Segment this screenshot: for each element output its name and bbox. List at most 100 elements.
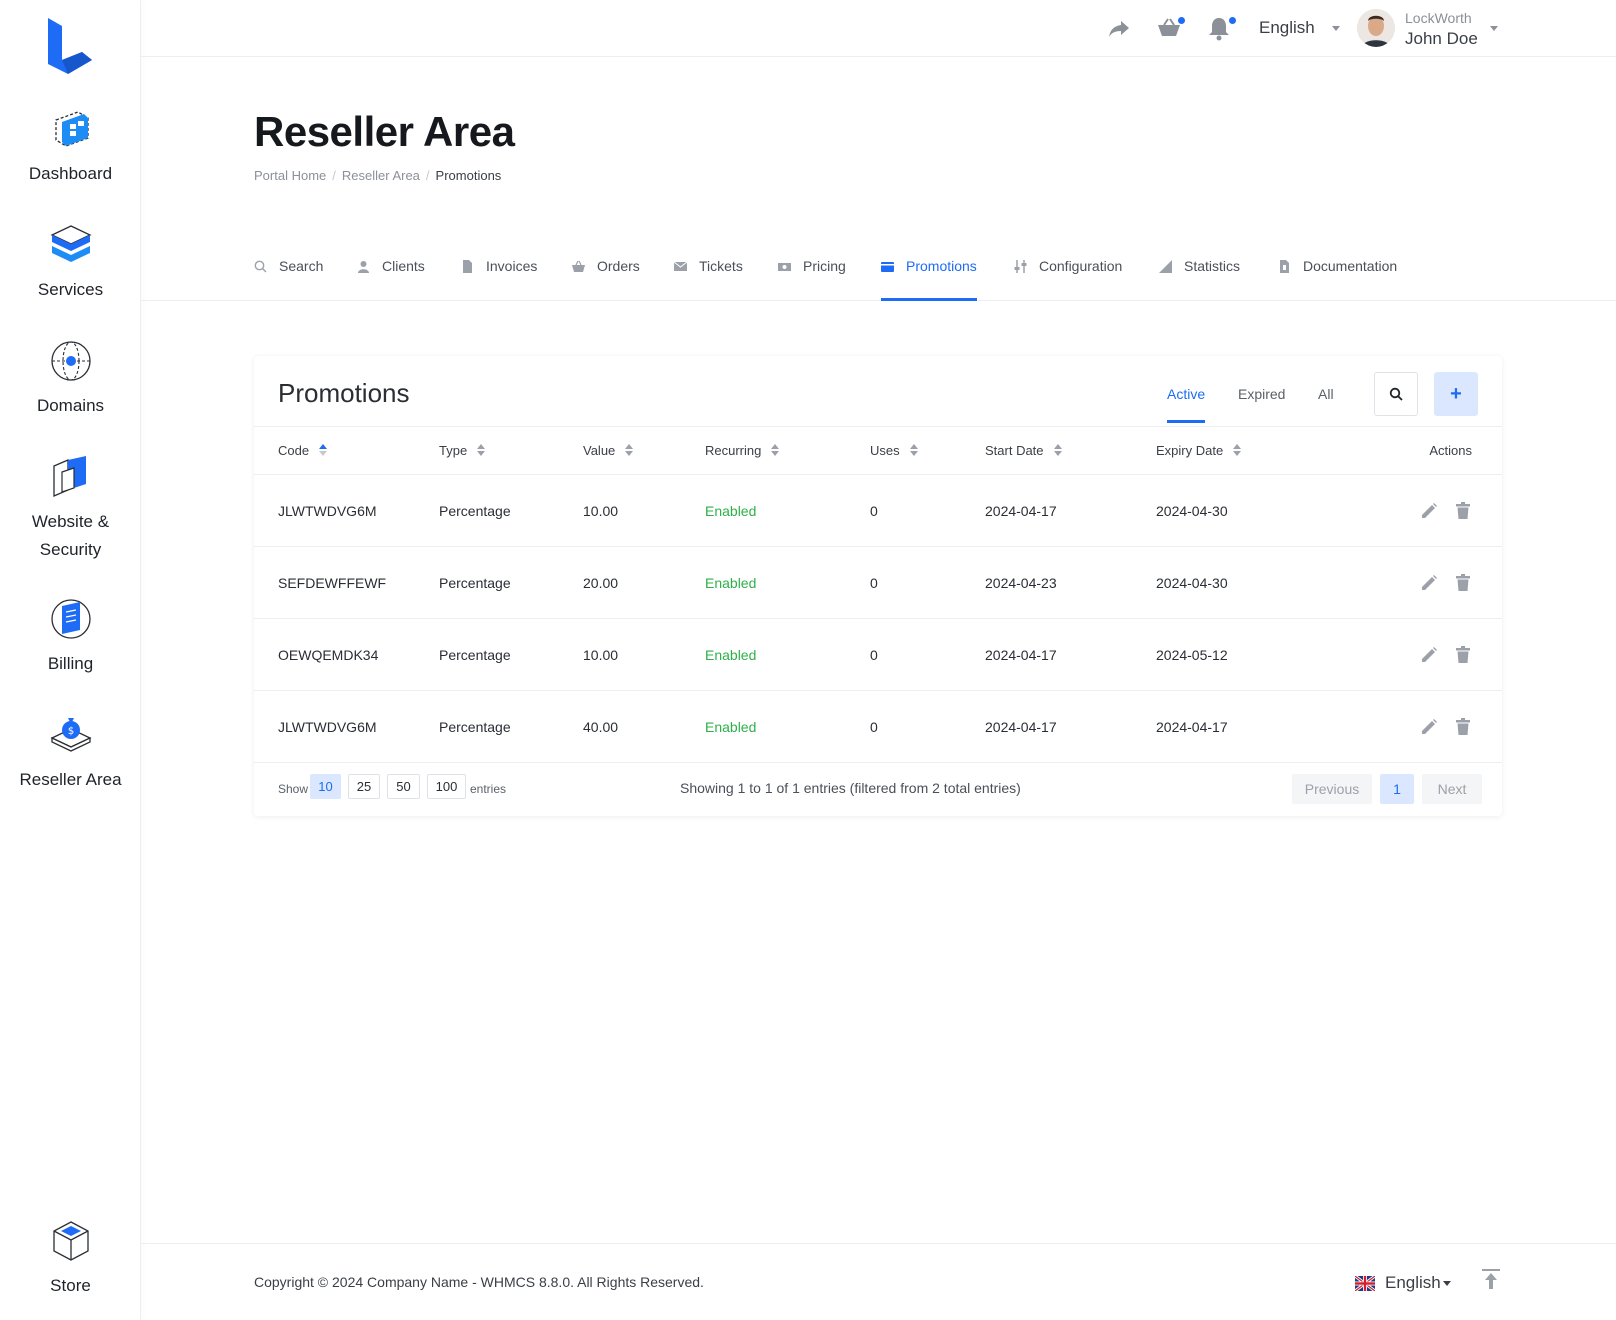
sort-icon — [625, 444, 634, 456]
edit-icon[interactable] — [1420, 502, 1438, 520]
column-start-date[interactable]: Start Date — [985, 426, 1156, 475]
footer-language-selector[interactable]: English — [1385, 1273, 1451, 1293]
globe-icon — [50, 341, 91, 381]
column-type[interactable]: Type — [439, 426, 583, 475]
sidebar: Dashboard Services Domains Website & Sec… — [0, 0, 141, 1320]
wallet-icon — [881, 262, 894, 272]
column-uses[interactable]: Uses — [870, 426, 985, 475]
page-footer: Copyright © 2024 Company Name - WHMCS 8.… — [141, 1243, 1616, 1320]
dashboard-icon — [54, 111, 89, 147]
column-expiry-date[interactable]: Expiry Date — [1156, 426, 1326, 475]
plus-icon: + — [1450, 382, 1462, 405]
billing-icon — [50, 599, 91, 639]
search-icon — [1389, 387, 1403, 401]
cell-code: JLWTWDVG6M — [254, 690, 439, 763]
previous-page-button[interactable]: Previous — [1292, 774, 1372, 804]
avatar-image — [1357, 9, 1395, 47]
cell-expiry-date: 2024-05-12 — [1156, 618, 1326, 691]
cell-expiry-date: 2024-04-30 — [1156, 474, 1326, 547]
page-size-10[interactable]: 10 — [310, 774, 341, 799]
sidebar-item-label: Reseller Area — [19, 770, 122, 789]
chevron-down-icon[interactable] — [1490, 26, 1498, 31]
tab-invoices[interactable]: Invoices — [461, 258, 537, 301]
user-icon — [358, 261, 369, 273]
table-header-row: Code Type Value Recurring Uses Start Dat… — [254, 426, 1502, 475]
user-company: LockWorth — [1405, 10, 1472, 26]
table-info: Showing 1 to 1 of 1 entries (filtered fr… — [680, 780, 1021, 796]
sidebar-item-reseller-area[interactable]: $ Reseller Area — [0, 712, 141, 794]
document-icon — [1280, 260, 1289, 273]
tab-tickets[interactable]: Tickets — [674, 258, 743, 301]
tab-search[interactable]: Search — [254, 258, 323, 301]
sidebar-item-services[interactable]: Services — [0, 222, 141, 304]
trash-icon[interactable] — [1454, 501, 1472, 520]
back-to-top-icon[interactable] — [1481, 1268, 1501, 1290]
breadcrumb-reseller-area[interactable]: Reseller Area — [342, 168, 420, 183]
filter-active[interactable]: Active — [1167, 386, 1206, 423]
column-recurring[interactable]: Recurring — [705, 426, 870, 475]
sort-asc-icon — [319, 444, 328, 456]
sidebar-item-store[interactable]: Store — [0, 1218, 141, 1300]
next-page-button[interactable]: Next — [1422, 774, 1482, 804]
cell-code: JLWTWDVG6M — [254, 474, 439, 547]
filter-all[interactable]: All — [1318, 386, 1334, 420]
sidebar-item-label: Store — [50, 1276, 91, 1295]
avatar[interactable] — [1357, 9, 1395, 47]
trash-icon[interactable] — [1454, 717, 1472, 736]
edit-icon[interactable] — [1420, 718, 1438, 736]
cell-actions — [1326, 474, 1502, 547]
language-selector[interactable]: English — [1259, 18, 1340, 38]
trash-icon[interactable] — [1454, 573, 1472, 592]
sidebar-item-domains[interactable]: Domains — [0, 338, 141, 420]
cart-badge — [1178, 17, 1185, 24]
trash-icon[interactable] — [1454, 645, 1472, 664]
chevron-down-icon — [1442, 1281, 1451, 1287]
cell-recurring: Enabled — [705, 618, 870, 691]
tab-clients[interactable]: Clients — [357, 258, 425, 301]
edit-icon[interactable] — [1420, 646, 1438, 664]
filter-expired[interactable]: Expired — [1238, 386, 1285, 420]
page-size-100[interactable]: 100 — [427, 774, 466, 799]
sidebar-item-dashboard[interactable]: Dashboard — [0, 106, 141, 188]
user-name[interactable]: John Doe — [1405, 29, 1478, 49]
cell-actions — [1326, 690, 1502, 763]
sort-icon — [1053, 444, 1062, 456]
add-promotion-button[interactable]: + — [1434, 372, 1478, 416]
breadcrumb-portal-home[interactable]: Portal Home — [254, 168, 326, 183]
cell-uses: 0 — [870, 474, 985, 547]
sort-icon — [909, 444, 918, 456]
file-icon — [463, 260, 472, 273]
tab-documentation[interactable]: Documentation — [1278, 258, 1397, 301]
table-row: JLWTWDVG6M Percentage 10.00 Enabled 0 20… — [254, 474, 1502, 547]
search-button[interactable] — [1374, 372, 1418, 416]
table-row: SEFDEWFFEWF Percentage 20.00 Enabled 0 2… — [254, 546, 1502, 619]
search-icon — [254, 260, 267, 273]
cell-type: Percentage — [439, 690, 583, 763]
cell-value: 10.00 — [583, 474, 705, 547]
tab-statistics[interactable]: Statistics — [1159, 258, 1240, 301]
sliders-icon — [1014, 260, 1027, 273]
security-icon — [52, 456, 86, 497]
sort-icon — [1233, 444, 1242, 456]
tab-promotions[interactable]: Promotions — [881, 258, 977, 301]
column-code[interactable]: Code — [254, 426, 439, 475]
page-1-button[interactable]: 1 — [1380, 774, 1414, 804]
basket-icon — [572, 260, 585, 272]
sidebar-item-billing[interactable]: Billing — [0, 596, 141, 678]
cell-start-date: 2024-04-17 — [985, 690, 1156, 763]
tab-orders[interactable]: Orders — [572, 258, 640, 301]
page-size-25[interactable]: 25 — [348, 774, 380, 799]
breadcrumb: Portal Home / Reseller Area / Promotions — [254, 168, 502, 183]
tab-configuration[interactable]: Configuration — [1014, 258, 1122, 301]
sidebar-item-website-security[interactable]: Website & Security — [0, 454, 141, 564]
svg-text:$: $ — [67, 726, 73, 737]
tab-pricing[interactable]: Pricing — [778, 258, 846, 301]
edit-icon[interactable] — [1420, 574, 1438, 592]
column-value[interactable]: Value — [583, 426, 705, 475]
cell-expiry-date: 2024-04-30 — [1156, 546, 1326, 619]
cell-recurring: Enabled — [705, 546, 870, 619]
share-icon[interactable] — [1105, 14, 1133, 42]
page-size-50[interactable]: 50 — [387, 774, 420, 799]
brand-logo-icon[interactable] — [44, 16, 96, 76]
page-title: Reseller Area — [254, 108, 515, 155]
